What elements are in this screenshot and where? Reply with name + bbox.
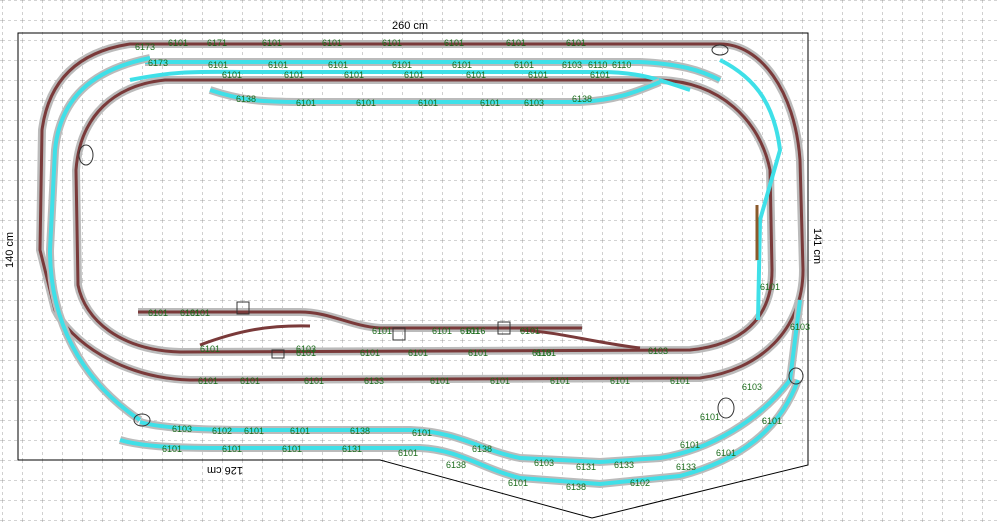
track-label: 6131: [342, 444, 362, 454]
dimension-left: 140 cm: [4, 232, 16, 268]
track-label: 6138: [566, 482, 586, 492]
track-label: 6101: [382, 38, 402, 48]
track-label: 6101: [284, 70, 304, 80]
track-label: 6138: [472, 444, 492, 454]
track-label: 6101: [520, 326, 540, 336]
track-label: 6101: [360, 348, 380, 358]
track-label: 6101: [528, 70, 548, 80]
track-label: 6101: [240, 376, 260, 386]
track-label: 6101: [452, 60, 472, 70]
track-label: 6101: [468, 348, 488, 358]
track-label: 6101: [148, 308, 168, 318]
track-label: 6101: [700, 412, 720, 422]
track-label: 6116: [466, 326, 485, 336]
track-label: 6110: [612, 60, 631, 70]
track-label: 6101: [344, 70, 364, 80]
track-label: 6131: [576, 462, 596, 472]
track-label: 6101: [680, 440, 700, 450]
track-label: 6101: [290, 426, 310, 436]
track-label: 6101: [430, 376, 450, 386]
track-label: 6133: [676, 462, 696, 472]
track-label: 6138: [446, 460, 466, 470]
track-label: 6101: [590, 70, 610, 80]
track-label: 6101: [506, 38, 526, 48]
track-label: 6138: [236, 94, 256, 104]
dimension-right: 141 cm: [811, 228, 823, 264]
track-label: 6101: [222, 70, 242, 80]
track-label: 6138: [572, 94, 592, 104]
track-label: 6101: [190, 308, 210, 318]
track-label: 6101: [716, 448, 736, 458]
track-label: 6118: [532, 348, 551, 358]
track-label: 6101: [198, 376, 218, 386]
track-label: 6101: [282, 444, 302, 454]
track-label: 6101: [670, 376, 690, 386]
track-label: 6103: [790, 322, 810, 332]
track-label: 6133: [364, 376, 384, 386]
track-label: 6173: [135, 42, 155, 52]
track-label: 6101: [162, 444, 182, 454]
track-label: 6101: [322, 38, 342, 48]
track-label: 6171: [207, 38, 227, 48]
track-label: 6103: [648, 346, 668, 356]
track-label: 6103: [742, 382, 762, 392]
track-label: 6101: [610, 376, 630, 386]
track-label: 6133: [614, 460, 634, 470]
track-label: 6103: [562, 60, 582, 70]
track-label: 6101: [168, 38, 188, 48]
track-label: 6101: [268, 60, 288, 70]
track-label: 6110: [588, 60, 607, 70]
dimension-bottom: 126 cm: [207, 464, 243, 476]
track-label: 6101: [328, 60, 348, 70]
track-label: 6103: [524, 98, 544, 108]
track-label: 6101: [356, 98, 376, 108]
track-label: 6101: [490, 376, 510, 386]
track-label: 6102: [212, 426, 232, 436]
track-label: 6101: [760, 282, 780, 292]
track-label: 6138: [350, 426, 370, 436]
track-label: 6101: [408, 348, 428, 358]
track-label: 6103: [296, 344, 316, 354]
dimension-top: 260 cm: [392, 20, 428, 32]
track-label: 6103: [534, 458, 554, 468]
track-label: 6101: [550, 376, 570, 386]
track-label: 6101: [508, 478, 528, 488]
track-label: 6101: [304, 376, 324, 386]
track-label: 6101: [432, 326, 452, 336]
track-label: 6101: [244, 426, 264, 436]
track-label: 6101: [480, 98, 500, 108]
track-label: 6101: [222, 444, 242, 454]
track-label: 6101: [762, 416, 782, 426]
track-label: 6102: [630, 478, 650, 488]
track-label: 6101: [296, 98, 316, 108]
track-label: 6101: [262, 38, 282, 48]
track-label: 6101: [372, 326, 392, 336]
track-label: 6103: [172, 424, 192, 434]
track-label: 6101: [514, 60, 534, 70]
track-label: 6173: [148, 58, 168, 68]
track-label: 6101: [200, 344, 220, 354]
track-label: 6101: [444, 38, 464, 48]
track-label: 6101: [566, 38, 586, 48]
track-label: 6101: [208, 60, 228, 70]
layout-canvas: 260 cm 140 cm 141 cm 126 cm 6173 6101 61…: [0, 0, 1000, 522]
track-label: 6101: [418, 98, 438, 108]
track-label: 6101: [412, 428, 432, 438]
track-label: 6101: [398, 448, 418, 458]
track-label: 6101: [466, 70, 486, 80]
track-label: 6101: [392, 60, 412, 70]
track-label: 6101: [404, 70, 424, 80]
